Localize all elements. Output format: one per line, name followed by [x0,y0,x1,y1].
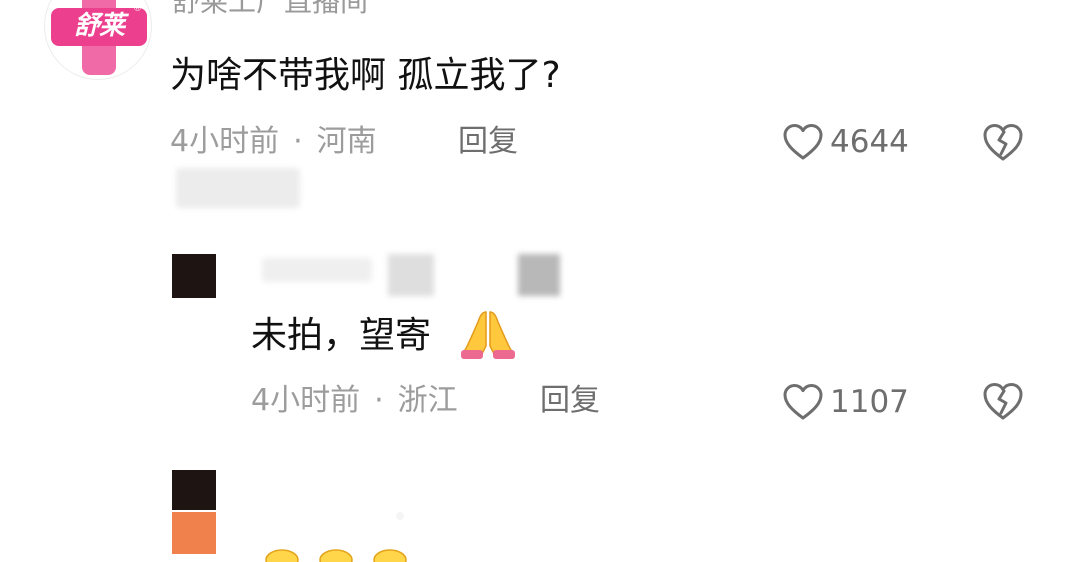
comment-text: 未拍，望寄 [251,315,432,356]
comment-meta: 4小时前 · 河南 [170,125,377,159]
like-count: 4644 [830,124,909,160]
redacted-area [176,168,300,208]
heart-outline-icon[interactable] [782,122,824,162]
broken-heart-icon[interactable] [981,121,1025,163]
reply-button[interactable]: 回复 [540,384,600,418]
redacted-username [518,254,560,296]
comment-meta: 4小时前 · 浙江 [251,384,458,418]
comment-text: 为啥不带我啊 孤立我了? [170,55,561,96]
heart-outline-icon[interactable] [782,382,824,422]
folded-hands-emoji [461,311,515,359]
meta-separator: · [293,124,303,159]
broken-heart-icon[interactable] [981,380,1025,422]
redacted-username [388,254,434,296]
logo-registered-mark: ® [133,4,142,14]
meta-separator: · [374,383,384,418]
logo-brand-text: 舒莱 [73,11,125,41]
emoji-row-partial [265,549,407,562]
avatar-lower-part [172,512,216,554]
like-count: 1107 [830,384,909,420]
redacted-mark [396,512,404,520]
avatar[interactable] [172,254,216,298]
redacted-username [262,258,372,282]
comment-time: 4小时前 [170,124,280,159]
comment-time: 4小时前 [251,383,361,418]
avatar-shulai-logo[interactable]: 舒莱 ® [44,0,152,80]
avatar[interactable] [172,470,216,510]
comment-location: 河南 [316,124,377,159]
comment-location: 浙江 [397,383,458,418]
reply-button[interactable]: 回复 [458,125,518,159]
comment-username[interactable]: 舒莱工厂直播间 [172,0,368,18]
